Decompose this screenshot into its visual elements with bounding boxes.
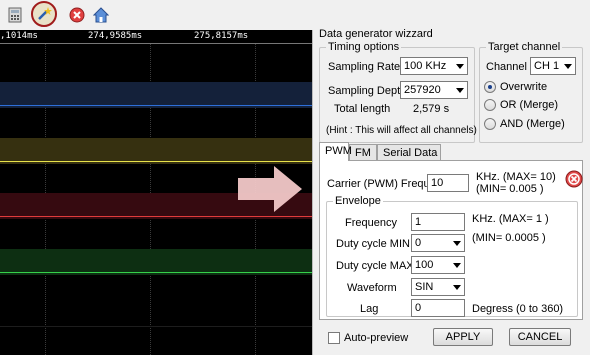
timestamp-label: ,1014ms [0, 31, 38, 41]
duty-cycle-min-label: Duty cycle MIN [336, 238, 410, 250]
channel-signal-red [0, 216, 312, 217]
total-length-value: 2,579 s [413, 103, 450, 115]
wand-icon[interactable] [31, 1, 57, 27]
or-merge-radio[interactable] [484, 99, 496, 111]
tab-fm[interactable]: FM [349, 144, 377, 160]
waveform-value: SIN [415, 281, 434, 293]
clear-icon[interactable] [565, 170, 583, 188]
duty-cycle-max-value: 100 [415, 259, 434, 271]
carrier-frequency-input[interactable]: 10 [427, 174, 469, 192]
channel-signal-yellow [0, 161, 312, 162]
sampling-rate-select[interactable]: 100 KHz [400, 57, 468, 75]
chevron-down-icon [564, 64, 572, 69]
chevron-down-icon [453, 241, 461, 246]
timing-options-legend: Timing options [326, 41, 402, 53]
total-length-label: Total length [334, 103, 391, 115]
timestamp-label: 275,8157ms [194, 31, 249, 41]
frequency-input[interactable]: 1 [411, 213, 465, 231]
target-channel-legend: Target channel [486, 41, 563, 53]
home-icon[interactable] [90, 4, 112, 26]
frequency-label: Frequency [345, 217, 397, 229]
tab-pwm[interactable]: PWM [319, 142, 352, 161]
waveform-select[interactable]: SIN [411, 278, 465, 296]
frequency-max-label: KHz. (MAX= 1 ) [472, 213, 549, 225]
chevron-down-icon [453, 263, 461, 268]
or-merge-label: OR (Merge) [500, 99, 559, 111]
timestamp-label: 274,9585ms [88, 31, 143, 41]
apply-button[interactable]: APPLY [433, 328, 493, 346]
callout-arrow-icon [238, 166, 302, 212]
duty-cycle-min-select[interactable]: 0 [411, 234, 465, 252]
channel-value: CH 1 [534, 60, 560, 72]
duty-cycle-min-value: 0 [415, 237, 422, 249]
time-ruler: ,1014ms 274,9585ms 275,8157ms [0, 30, 312, 44]
lag-label: Lag [360, 303, 379, 315]
sampling-rate-value: 100 KHz [404, 60, 447, 72]
envelope-legend: Envelope [333, 195, 383, 207]
lag-input[interactable]: 0 [411, 299, 465, 317]
auto-preview-checkbox[interactable] [328, 332, 340, 344]
data-generator-panel: Data generator wizzard Timing options Sa… [312, 28, 590, 355]
pwm-tab-page: Carrier (PWM) Frequency 10 KHz. (MAX= 10… [319, 160, 583, 320]
sampling-depth-select[interactable]: 257920 [400, 81, 468, 99]
envelope-group: Envelope Frequency 1 KHz. (MAX= 1 ) (MIN… [326, 195, 578, 317]
channel-select[interactable]: CH 1 [530, 57, 576, 75]
channel-signal-blue [0, 105, 312, 106]
timing-hint: (Hint : This will affect all channels) [326, 125, 477, 136]
target-channel-group: Target channel Channel CH 1 Overwrite OR… [479, 41, 583, 143]
duty-cycle-max-select[interactable]: 100 [411, 256, 465, 274]
overwrite-radio[interactable] [484, 81, 496, 93]
sampling-depth-value: 257920 [404, 84, 441, 96]
stop-icon[interactable] [66, 4, 88, 26]
calculator-icon[interactable] [4, 4, 26, 26]
carrier-min-label: (MIN= 0.005 ) [476, 183, 544, 195]
chevron-down-icon [456, 88, 464, 93]
waveform-label: Waveform [347, 282, 397, 294]
tab-serial-data[interactable]: Serial Data [377, 144, 441, 160]
channel-label: Channel [486, 61, 527, 73]
auto-preview-label: Auto-preview [344, 332, 409, 344]
and-merge-label: AND (Merge) [500, 118, 565, 130]
timing-options-group: Timing options Sampling Rate 100 KHz Sam… [319, 41, 477, 143]
and-merge-radio[interactable] [484, 118, 496, 130]
sampling-depth-label: Sampling Depth [328, 85, 407, 97]
toolbar [0, 0, 312, 30]
sampling-rate-label: Sampling Rate [328, 61, 401, 73]
app-root: ,1014ms 274,9585ms 275,8157ms Data gener… [0, 0, 590, 355]
chevron-down-icon [456, 64, 464, 69]
frequency-min-label: (MIN= 0.0005 ) [472, 232, 546, 244]
channel-signal-green [0, 272, 312, 273]
chevron-down-icon [453, 285, 461, 290]
panel-title: Data generator wizzard [319, 28, 433, 40]
carrier-max-label: KHz. (MAX= 10) [476, 171, 556, 183]
duty-cycle-max-label: Duty cycle MAX [336, 260, 414, 272]
cancel-button[interactable]: CANCEL [509, 328, 571, 346]
overwrite-label: Overwrite [500, 81, 548, 93]
grid-line [0, 326, 312, 327]
lag-unit-label: Degress (0 to 360) [472, 303, 564, 315]
